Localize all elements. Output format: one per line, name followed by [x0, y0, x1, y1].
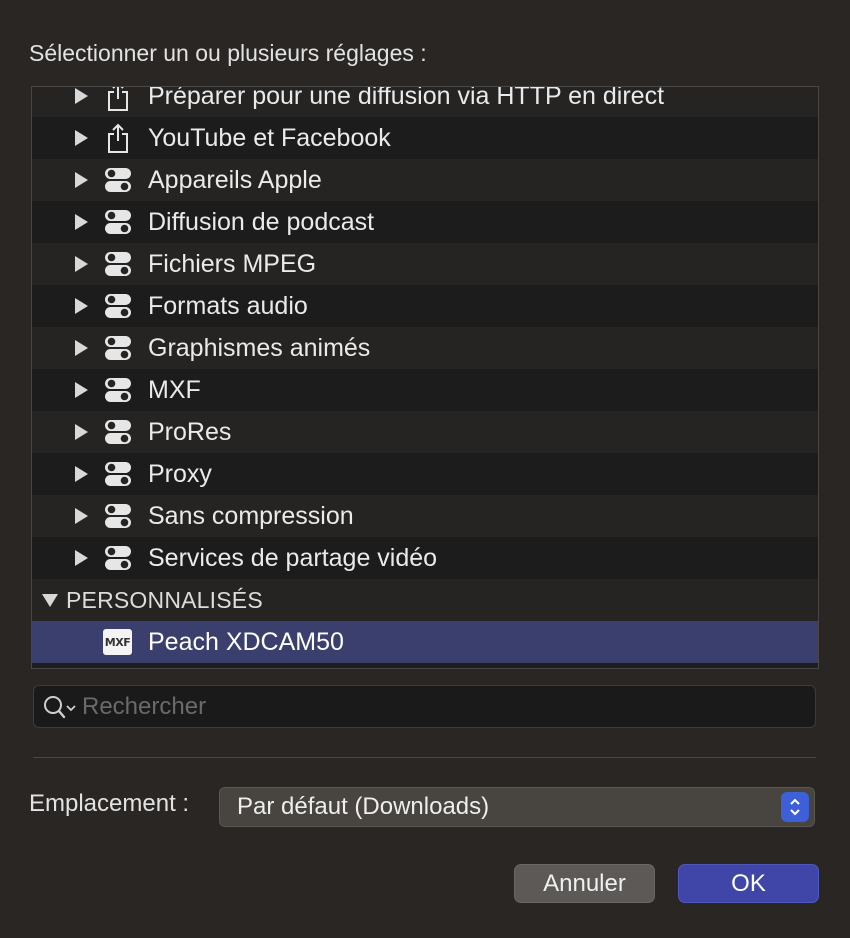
disclosure-closed-icon[interactable] — [75, 130, 88, 146]
search-field[interactable] — [33, 685, 816, 728]
toggle-preset-icon — [104, 207, 132, 237]
list-item-custom-preset[interactable]: MXF Peach XDCAM50 — [32, 621, 818, 663]
list-item-label: ProRes — [148, 417, 232, 446]
toggle-preset-icon — [104, 375, 132, 405]
list-item-label: MXF — [148, 375, 201, 404]
disclosure-closed-icon[interactable] — [75, 424, 88, 440]
section-label: PERSONNALISÉS — [66, 586, 263, 613]
disclosure-closed-icon[interactable] — [75, 550, 88, 566]
disclosure-closed-icon[interactable] — [75, 508, 88, 524]
list-item[interactable]: Appareils Apple — [32, 159, 818, 201]
disclosure-closed-icon[interactable] — [75, 214, 88, 230]
list-item-label: Sans compression — [148, 501, 354, 530]
search-icon[interactable] — [42, 693, 78, 721]
list-item[interactable]: ProRes — [32, 411, 818, 453]
cancel-button[interactable]: Annuler — [514, 864, 655, 903]
list-item-label: Fichiers MPEG — [148, 249, 317, 278]
toggle-preset-icon — [104, 417, 132, 447]
list-item[interactable]: Diffusion de podcast — [32, 201, 818, 243]
search-input[interactable] — [80, 691, 784, 722]
dialog-title: Sélectionner un ou plusieurs réglages : — [29, 40, 427, 66]
list-item-label: Formats audio — [148, 291, 308, 320]
list-item-label: Appareils Apple — [148, 165, 322, 194]
disclosure-closed-icon[interactable] — [75, 340, 88, 356]
list-item[interactable]: MXF — [32, 369, 818, 411]
list-item-label: Graphismes animés — [148, 333, 371, 362]
list-item[interactable]: Fichiers MPEG — [32, 243, 818, 285]
list-item-label: Diffusion de podcast — [148, 207, 375, 236]
toggle-preset-icon — [104, 333, 132, 363]
list-item[interactable]: Sans compression — [32, 495, 818, 537]
disclosure-closed-icon[interactable] — [75, 88, 88, 104]
disclosure-closed-icon[interactable] — [75, 298, 88, 314]
list-item[interactable]: Proxy — [32, 453, 818, 495]
location-select[interactable]: Par défaut (Downloads) — [219, 787, 815, 827]
list-item[interactable]: Graphismes animés — [32, 327, 818, 369]
ok-button[interactable]: OK — [678, 864, 819, 903]
divider — [33, 757, 816, 758]
list-item[interactable]: Préparer pour une diffusion via HTTP en … — [32, 87, 818, 117]
share-icon — [104, 87, 132, 111]
toggle-preset-icon — [104, 249, 132, 279]
toggle-preset-icon — [104, 165, 132, 195]
popup-stepper-icon[interactable] — [781, 792, 809, 822]
list-item[interactable]: Services de partage vidéo — [32, 537, 818, 579]
list-item[interactable]: Formats audio — [32, 285, 818, 327]
disclosure-closed-icon[interactable] — [75, 466, 88, 482]
toggle-preset-icon — [104, 459, 132, 489]
location-value: Par défaut (Downloads) — [237, 793, 490, 820]
share-icon — [104, 123, 132, 153]
preset-list[interactable]: Préparer pour une diffusion via HTTP en … — [31, 86, 819, 669]
disclosure-closed-icon[interactable] — [75, 172, 88, 188]
section-header-custom[interactable]: PERSONNALISÉS — [32, 579, 818, 621]
location-label: Emplacement : — [29, 790, 190, 817]
list-item-label: Proxy — [148, 459, 212, 488]
mxf-icon: MXF — [103, 629, 132, 655]
list-item-label: YouTube et Facebook — [148, 123, 391, 152]
list-item-label: Peach XDCAM50 — [148, 627, 344, 656]
list-item-label: Services de partage vidéo — [148, 543, 438, 572]
toggle-preset-icon — [104, 501, 132, 531]
disclosure-closed-icon[interactable] — [75, 256, 88, 272]
toggle-preset-icon — [104, 291, 132, 321]
disclosure-open-icon[interactable] — [42, 593, 58, 607]
list-item-label: Préparer pour une diffusion via HTTP en … — [148, 86, 665, 110]
toggle-preset-icon — [104, 543, 132, 573]
list-item[interactable]: YouTube et Facebook — [32, 117, 818, 159]
disclosure-closed-icon[interactable] — [75, 382, 88, 398]
